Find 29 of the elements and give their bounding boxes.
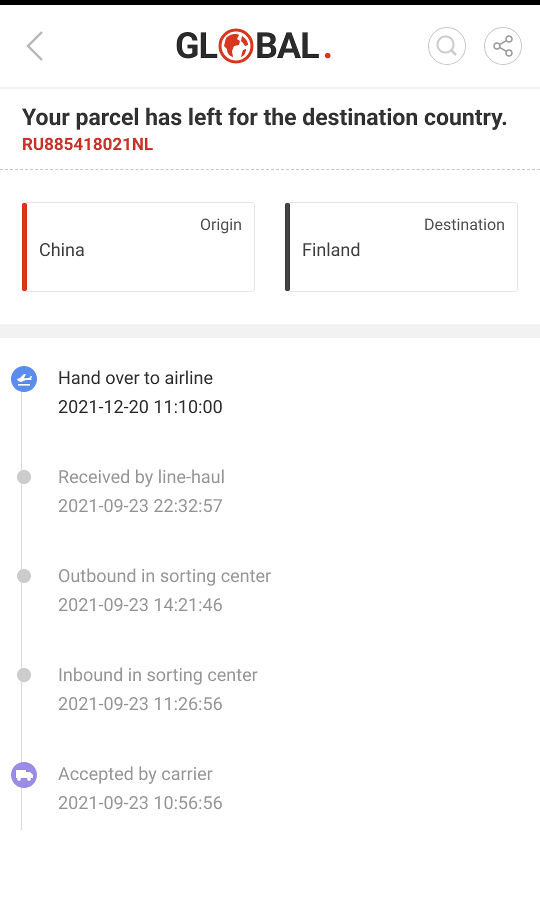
timeline-dot-icon: [17, 470, 31, 484]
event-time: 2021-09-23 11:26:56: [58, 693, 224, 717]
search-icon: [435, 34, 459, 58]
logo-text: GL: [174, 25, 217, 67]
timeline-dot-icon: [17, 569, 31, 583]
event-title: Hand over to airline: [58, 367, 214, 391]
place-value: Finland: [302, 240, 362, 261]
event-time: 2021-09-23 22:32:57: [58, 495, 224, 519]
globe-icon: [218, 28, 254, 64]
event-title: Received by line-haul: [58, 466, 225, 490]
logo-text: BAL: [254, 25, 319, 67]
tracking-number: RU885418021NL: [22, 135, 154, 155]
event-title: Outbound in sorting center: [58, 565, 272, 589]
status-heading: Your parcel has left for the destination country.: [22, 107, 509, 129]
plane-icon: [11, 366, 37, 392]
logo-dot: .: [322, 25, 334, 67]
search-button[interactable]: [428, 27, 466, 65]
share-icon: [491, 34, 515, 58]
truck-icon: [11, 762, 37, 788]
place-value: China: [39, 240, 86, 261]
event-time: 2021-09-23 10:56:56: [58, 792, 223, 816]
share-button[interactable]: [484, 27, 522, 65]
place-label: Destination: [424, 215, 505, 234]
event-title: Accepted by carrier: [58, 763, 214, 787]
timeline-dot-icon: [17, 668, 31, 682]
event-title: Inbound in sorting center: [58, 664, 258, 688]
event-time: 2021-09-23 14:21:46: [58, 594, 224, 618]
place-label: Origin: [200, 215, 242, 234]
event-time: 2021-12-20 11:10:00: [58, 396, 223, 420]
